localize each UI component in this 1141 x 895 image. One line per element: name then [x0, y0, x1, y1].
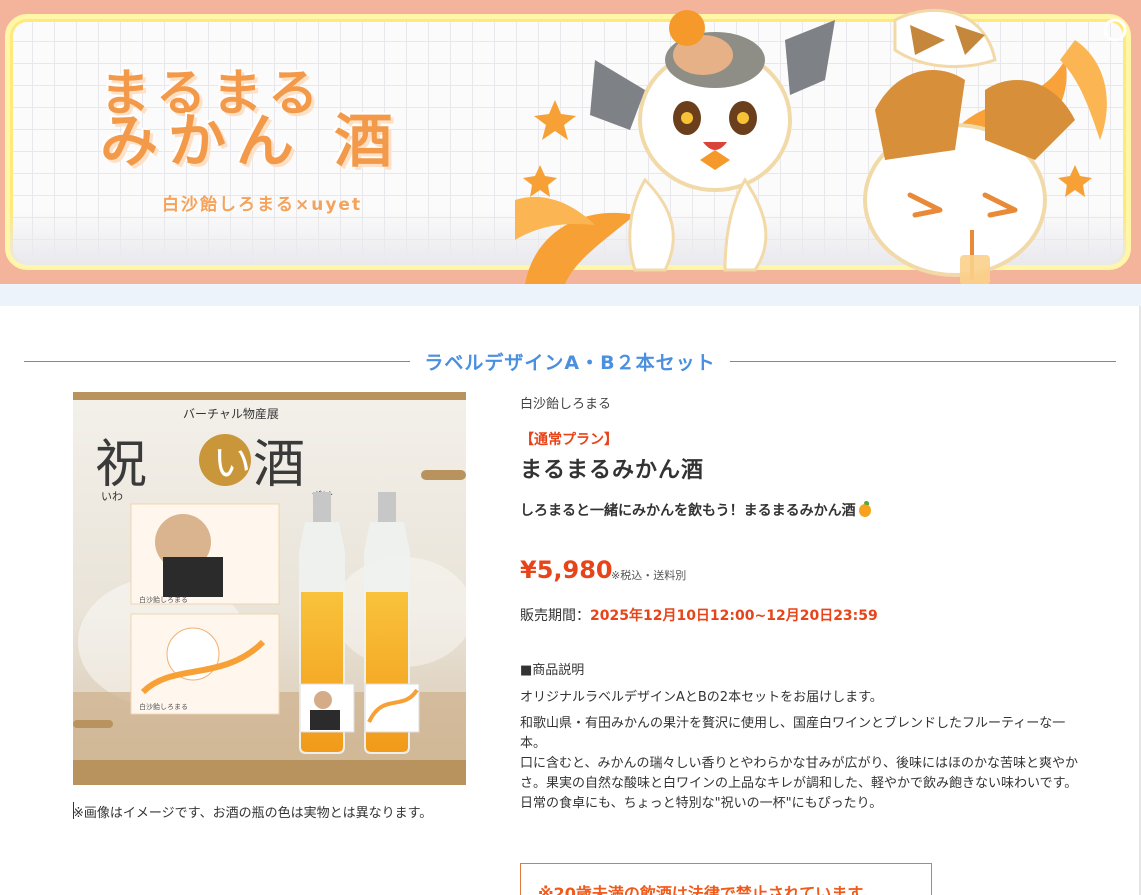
tangerine-icon — [858, 501, 871, 517]
label-big-text: 祝 — [95, 435, 147, 495]
header-divider-band — [0, 284, 1141, 306]
ruby-left: いわ — [101, 490, 123, 503]
product-photo: バーチャル物産展 祝 い 酒 いわ ざけ 白沙飴しろまる 白沙飴しろまる — [73, 400, 466, 760]
product-catchphrase: しろまると一緒にみかんを飲もう！まるまるみかん酒 — [520, 500, 871, 520]
sales-period: 販売期間：2025年12月10日12:00~12月20日23:59 — [520, 605, 878, 625]
svg-text:い: い — [213, 441, 251, 485]
description-line1: オリジナルラベルデザインAとBの2本セットをお届けします。 — [520, 690, 883, 705]
sales-period-label: 販売期間： — [520, 608, 590, 624]
card-caption-b: 白沙飴しろまる — [139, 702, 188, 711]
image-caption: ※画像はイメージです、お酒の瓶の色は実物とは異なります。 — [73, 802, 432, 821]
tax-note: ※税込・送料別 — [611, 569, 687, 582]
section-rule-left — [24, 361, 410, 362]
svg-text:酒: 酒 — [253, 435, 305, 495]
seller-name[interactable]: 白沙飴しろまる — [520, 393, 611, 412]
price: ¥5,980 — [520, 556, 613, 584]
product-image[interactable]: バーチャル物産展 祝 い 酒 いわ ざけ 白沙飴しろまる 白沙飴しろまる — [73, 392, 466, 785]
product-name: まるまるみかん酒 — [520, 458, 705, 483]
card-caption-a: 白沙飴しろまる — [139, 595, 188, 604]
banner-title: まるまる みかん 酒 — [100, 68, 402, 170]
label-top-text: バーチャル物産展 — [183, 406, 279, 421]
age-warning-box: ※20歳未満の飲酒は法律で禁止されています。 — [520, 863, 932, 895]
catch-text: しろまると一緒にみかんを飲もう！まるまるみかん酒 — [520, 503, 856, 519]
plan-label: 【通常プラン】 — [520, 432, 618, 448]
banner-subtitle: 白沙飴しろまる×uyet — [162, 195, 363, 215]
banner-title-line2: みかん 酒 — [100, 107, 403, 175]
hero-banner: まるまる みかん 酒 白沙飴しろまる×uyet — [0, 0, 1141, 284]
sales-period-value: 2025年12月10日12:00~12月20日23:59 — [590, 608, 878, 624]
description-body: 和歌山県・有田みかんの果汁を贅沢に使用し、国産白ワインとブレンドしたフルーティー… — [520, 716, 1078, 811]
section-title: ラベルデザインA・B２本セット — [424, 352, 716, 374]
age-warning-text: ※20歳未満の飲酒は法律で禁止されています。 — [538, 884, 878, 895]
banner-mascot-illustration — [515, 8, 1127, 284]
section-rule-right — [730, 361, 1116, 362]
description-heading: ■商品説明 — [520, 663, 585, 678]
